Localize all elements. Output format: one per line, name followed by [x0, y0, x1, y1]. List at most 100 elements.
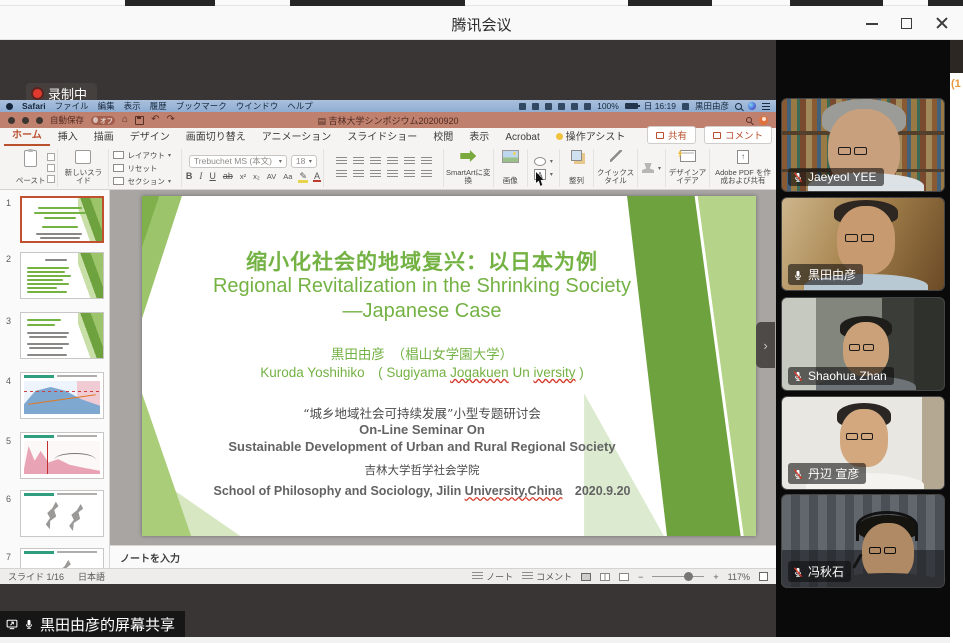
stats-icon[interactable] — [532, 103, 539, 110]
input-method-icon[interactable] — [682, 103, 689, 110]
quick-styles-icon[interactable] — [610, 150, 622, 162]
smartart-icon[interactable] — [460, 150, 476, 162]
line-spacing-icon[interactable] — [404, 157, 415, 166]
align-center-icon[interactable] — [353, 170, 364, 179]
dropbox-icon[interactable] — [519, 103, 526, 110]
participant-tile-2[interactable]: 黒田由彦 — [781, 197, 945, 291]
slide-thumbnail-5[interactable] — [20, 432, 104, 479]
wifi-icon[interactable] — [571, 103, 578, 110]
normal-view-icon[interactable] — [581, 573, 591, 581]
strikethrough-icon[interactable]: ab — [221, 171, 235, 181]
tab-animations[interactable]: アニメーション — [254, 126, 340, 146]
subscript-icon[interactable]: x₂ — [251, 172, 262, 181]
participant-tile-1[interactable]: Jaeyeol YEE — [781, 98, 945, 192]
new-slide-icon[interactable] — [75, 150, 91, 164]
menu-file[interactable]: ファイル — [55, 100, 89, 112]
highlight-color-icon[interactable]: ✎ — [297, 171, 309, 182]
zoom-in-button[interactable]: + — [713, 572, 718, 582]
participant-tile-5[interactable]: 冯秋石 — [781, 494, 945, 588]
design-ideas-label[interactable]: デザインアイデア — [668, 169, 708, 186]
shapes-icon[interactable] — [534, 157, 546, 166]
tab-home[interactable]: ホーム — [4, 124, 50, 146]
notes-pane[interactable]: ノートを入力 — [110, 545, 776, 568]
justify-icon[interactable] — [387, 170, 398, 179]
font-size-input[interactable]: 18▾ — [291, 155, 317, 168]
zoom-slider-knob[interactable] — [684, 572, 693, 581]
fit-slide-icon[interactable] — [759, 572, 768, 581]
italic-icon[interactable]: I — [197, 171, 204, 181]
reset-button[interactable]: リセット — [113, 163, 157, 174]
slide-thumbnail-1[interactable] — [20, 196, 104, 243]
format-stamp-icon[interactable] — [642, 163, 654, 173]
menu-window[interactable]: ウインドウ — [236, 100, 279, 112]
character-spacing-icon[interactable]: AV — [265, 172, 278, 181]
bluetooth-icon[interactable] — [558, 103, 565, 110]
redo-icon[interactable]: ↷ — [166, 115, 174, 125]
bold-icon[interactable]: B — [184, 171, 195, 181]
language-indicator[interactable]: 日本語 — [78, 570, 105, 583]
comments-button[interactable]: コメント — [704, 126, 772, 144]
minimize-button[interactable] — [865, 16, 879, 30]
tab-insert[interactable]: 挿入 — [50, 126, 86, 146]
change-case-icon[interactable]: Aa — [281, 172, 294, 181]
font-color-icon[interactable]: A — [312, 171, 322, 181]
zoom-out-button[interactable]: − — [638, 572, 643, 582]
ppt-search-icon[interactable] — [746, 117, 752, 123]
underline-icon[interactable]: U — [207, 171, 218, 181]
zoom-slider[interactable] — [652, 576, 704, 577]
section-button[interactable]: セクション▾ — [113, 176, 171, 187]
arrange-icon[interactable] — [571, 150, 582, 161]
menu-bookmarks[interactable]: ブックマーク — [176, 100, 227, 112]
adobe-pdf-label[interactable]: Adobe PDF を作成および共有 — [712, 169, 774, 186]
slide-thumbnail-7[interactable] — [20, 548, 104, 568]
superscript-icon[interactable]: x² — [238, 172, 248, 181]
copy-icon[interactable] — [47, 164, 55, 172]
spotlight-search-icon[interactable] — [735, 103, 742, 110]
autosave-toggle[interactable]: オフ — [91, 116, 115, 125]
picture-label[interactable]: 画像 — [503, 177, 518, 186]
slide-sorter-view-icon[interactable] — [600, 573, 610, 581]
share-button[interactable]: 共有 — [647, 126, 696, 144]
align-left-icon[interactable] — [336, 170, 347, 179]
participant-tile-4[interactable]: 丹辺 宣彦 — [781, 396, 945, 490]
smartart-label[interactable]: SmartArtに変換 — [445, 169, 491, 186]
paste-icon[interactable] — [24, 150, 37, 167]
notes-toggle[interactable]: ノート — [472, 570, 513, 583]
tab-view[interactable]: 表示 — [461, 126, 497, 146]
tab-draw[interactable]: 描画 — [86, 126, 122, 146]
tab-tell-me[interactable]: 操作アシスト — [548, 126, 634, 146]
bullets-icon[interactable] — [336, 157, 347, 166]
panel-expand-handle[interactable]: › — [756, 322, 775, 368]
quick-styles-label[interactable]: クイックスタイル — [597, 169, 635, 186]
paste-label[interactable]: ペースト — [16, 177, 46, 186]
numbering-icon[interactable] — [353, 157, 364, 166]
tab-design[interactable]: デザイン — [122, 126, 178, 146]
save-icon[interactable] — [135, 116, 144, 125]
columns-icon[interactable] — [404, 170, 415, 179]
siri-icon[interactable] — [748, 102, 756, 110]
format-painter-icon[interactable] — [47, 175, 55, 183]
cut-icon[interactable] — [47, 153, 55, 161]
text-direction-icon[interactable] — [421, 157, 432, 166]
tab-acrobat[interactable]: Acrobat — [497, 130, 547, 146]
menubar-app-name[interactable]: Safari — [22, 101, 46, 111]
ppt-account-icon[interactable] — [759, 116, 768, 125]
tab-slideshow[interactable]: スライドショー — [339, 126, 425, 146]
close-button[interactable] — [935, 16, 949, 30]
font-name-input[interactable]: Trebuchet MS (本文)▾ — [189, 155, 287, 168]
slide-thumbnail-4[interactable] — [20, 372, 104, 419]
slide-thumbnail-6[interactable] — [20, 490, 104, 537]
slideshow-view-icon[interactable] — [619, 573, 629, 581]
participant-tile-3[interactable]: Shaohua Zhan — [781, 297, 945, 391]
layout-button[interactable]: レイアウト▾ — [113, 150, 171, 161]
indent-increase-icon[interactable] — [387, 157, 398, 166]
menu-history[interactable]: 履歴 — [150, 100, 167, 112]
align-right-icon[interactable] — [370, 170, 381, 179]
mac-close-icon[interactable] — [8, 117, 15, 124]
align-text-icon[interactable] — [421, 170, 432, 179]
slide-thumbnail-3[interactable] — [20, 312, 104, 359]
mac-minimize-icon[interactable] — [22, 117, 29, 124]
camera-icon[interactable] — [545, 103, 552, 110]
notification-center-icon[interactable] — [762, 103, 770, 110]
menubar-account-name[interactable]: 黒田由彦 — [695, 100, 729, 112]
